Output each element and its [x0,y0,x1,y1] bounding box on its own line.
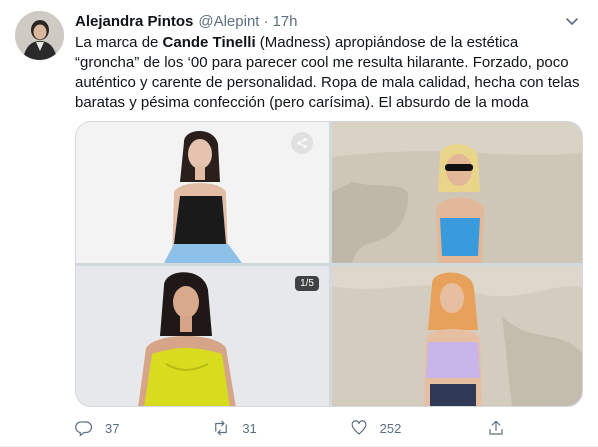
retweet-button[interactable]: 31 [212,419,282,437]
photo-4[interactable] [332,266,582,406]
share-button[interactable] [487,419,505,437]
caret-down-icon[interactable] [562,11,582,31]
mentioned-name: Cande Tinelli [162,34,256,51]
share-icon [489,420,503,435]
photo-4-image [332,266,582,406]
reply-icon [75,421,93,437]
photo-3[interactable]: 1/5 [76,266,329,406]
retweet-count: 31 [242,420,257,436]
tweet-header: Alejandra Pintos @Alepint · 17h [75,11,582,31]
photo-2-image [332,122,582,263]
photo-3-image [76,266,329,406]
share-image-icon[interactable] [291,132,313,154]
like-button[interactable]: 252 [350,419,420,437]
retweet-icon [215,420,228,436]
reply-count: 37 [105,420,120,436]
reply-button[interactable]: 37 [75,419,145,437]
photo-1[interactable] [76,122,329,263]
media-grid: 1/5 [75,121,583,407]
tweet-time[interactable]: 17h [272,13,297,30]
like-icon [351,420,367,435]
tweet-text-start: La marca de [75,34,163,51]
author-name[interactable]: Alejandra Pintos [75,13,193,30]
photo-2[interactable] [332,122,582,263]
tweet-actions: 37 31 252 [75,416,505,440]
avatar-image [15,11,64,60]
tweet-text: La marca de Cande Tinelli (Madness) apro… [75,33,585,113]
author-handle[interactable]: @Alepint [198,13,259,30]
media-count-badge: 1/5 [295,276,319,291]
tweet[interactable]: Alejandra Pintos @Alepint · 17h La marca… [0,0,598,447]
like-count: 252 [379,420,402,436]
separator-dot: · [263,12,269,30]
avatar[interactable] [15,11,64,60]
